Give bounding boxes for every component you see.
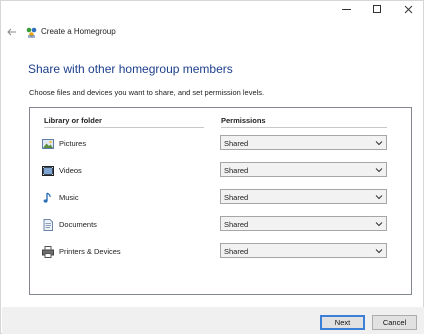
maximize-button[interactable] <box>362 1 392 17</box>
permission-dropdown[interactable]: Shared <box>220 135 387 150</box>
videos-icon <box>42 166 54 176</box>
permission-dropdown[interactable]: Shared <box>220 243 387 258</box>
printer-icon <box>42 246 54 258</box>
permission-value: Shared <box>224 166 249 175</box>
permission-dropdown[interactable]: Shared <box>220 162 387 177</box>
permission-value: Shared <box>224 193 249 202</box>
list-item: Videos Shared <box>30 162 411 182</box>
permissions-column-header: Permissions <box>221 116 266 125</box>
chevron-down-icon <box>375 168 383 173</box>
header-divider <box>44 127 204 128</box>
header-divider <box>221 127 387 128</box>
library-label: Music <box>59 193 79 202</box>
list-item: Documents Shared <box>30 216 411 236</box>
permission-value: Shared <box>224 220 249 229</box>
library-label: Videos <box>59 166 82 175</box>
cancel-button[interactable]: Cancel <box>372 315 417 330</box>
list-item: Music Shared <box>30 189 411 209</box>
chevron-down-icon <box>375 141 383 146</box>
permission-value: Shared <box>224 139 249 148</box>
sharing-panel: Library or folder Permissions Pictures S… <box>29 107 412 295</box>
button-bar: Next Cancel <box>2 307 424 334</box>
close-icon <box>404 5 412 13</box>
homegroup-wizard-window: Create a Homegroup Share with other home… <box>0 0 424 334</box>
maximize-icon <box>373 5 381 13</box>
title-bar <box>1 1 423 17</box>
window-title: Create a Homegroup <box>41 27 116 36</box>
back-arrow-icon[interactable] <box>6 26 18 38</box>
library-label: Documents <box>59 220 97 229</box>
chevron-down-icon <box>375 222 383 227</box>
list-item: Printers & Devices Shared <box>30 243 411 263</box>
documents-icon <box>43 219 53 231</box>
library-label: Printers & Devices <box>59 247 121 256</box>
library-column-header: Library or folder <box>44 116 102 125</box>
page-instructions: Choose files and devices you want to sha… <box>29 88 265 97</box>
permission-value: Shared <box>224 247 249 256</box>
minimize-icon <box>341 8 351 10</box>
minimize-button[interactable] <box>331 1 361 17</box>
library-label: Pictures <box>59 139 87 148</box>
chevron-down-icon <box>375 195 383 200</box>
chevron-down-icon <box>375 249 383 254</box>
next-button[interactable]: Next <box>320 315 365 330</box>
music-icon <box>43 192 51 203</box>
permission-dropdown[interactable]: Shared <box>220 216 387 231</box>
permission-dropdown[interactable]: Shared <box>220 189 387 204</box>
close-button[interactable] <box>393 1 423 17</box>
page-heading: Share with other homegroup members <box>28 62 233 76</box>
nav-row: Create a Homegroup <box>1 23 423 43</box>
pictures-icon <box>42 139 54 149</box>
homegroup-icon <box>26 27 37 38</box>
list-item: Pictures Shared <box>30 135 411 155</box>
